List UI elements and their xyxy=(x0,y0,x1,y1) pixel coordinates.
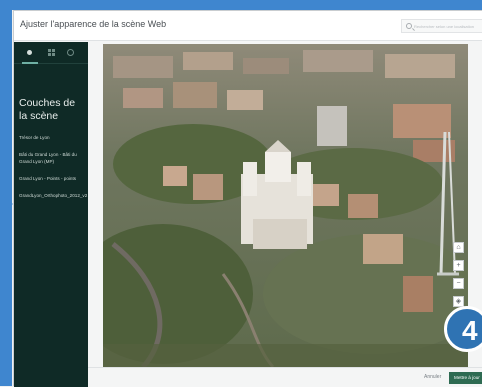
layers-icon xyxy=(27,50,32,55)
navigation-controls: ⌂ + − ◈ xyxy=(453,242,464,314)
tutorial-highlight-left xyxy=(0,0,12,386)
zoom-out-button[interactable]: − xyxy=(453,278,464,289)
zoom-out-icon: − xyxy=(456,280,461,287)
home-icon: ⌂ xyxy=(456,244,461,251)
sidebar-tabs xyxy=(14,42,88,64)
home-button[interactable]: ⌂ xyxy=(453,242,464,253)
apply-button[interactable]: Mettre à jour xyxy=(449,372,482,384)
search-icon xyxy=(406,23,412,29)
scene-settings-window: Ajuster l'apparence de la scène Web Couc… xyxy=(13,10,482,387)
tutorial-highlight-top xyxy=(0,0,482,10)
tab-info[interactable] xyxy=(66,48,76,58)
window-title: Ajuster l'apparence de la scène Web xyxy=(20,19,167,29)
info-icon xyxy=(67,49,74,56)
title-bar: Ajuster l'apparence de la scène Web xyxy=(14,11,482,41)
search-input[interactable] xyxy=(414,20,482,32)
step-callout-badge: 4 xyxy=(444,306,482,352)
compass-icon: ◈ xyxy=(455,298,462,305)
tab-basemap[interactable] xyxy=(47,48,57,58)
scene-viewport[interactable]: ⌂ + − ◈ xyxy=(103,44,468,367)
zoom-in-icon: + xyxy=(456,262,461,269)
layer-item[interactable]: Trésor de Lyon xyxy=(19,135,83,142)
step-number: 4 xyxy=(462,315,478,346)
grid-icon-cell xyxy=(52,53,55,56)
layer-item[interactable]: Grand Lyon - Points - points xyxy=(19,176,83,183)
sidebar-title: Couches de la scène xyxy=(19,97,76,122)
grid-icon-cell xyxy=(52,49,55,52)
sidebar-panel: Couches de la scène Trésor de Lyon Bâti … xyxy=(14,42,88,387)
zoom-in-button[interactable]: + xyxy=(453,260,464,271)
grid-icon-cell xyxy=(48,53,51,56)
callout-arrow xyxy=(0,194,13,214)
tab-layers[interactable] xyxy=(22,48,38,64)
grid-icon xyxy=(48,49,51,52)
layer-item[interactable]: GrandLyon_Orthophoto_2012_v2 xyxy=(19,193,87,200)
location-search[interactable] xyxy=(401,19,482,33)
cancel-button[interactable]: Annuler xyxy=(424,374,441,380)
dialog-footer: Annuler Mettre à jour xyxy=(88,367,482,387)
aerial-scene-image xyxy=(103,44,468,367)
layer-item[interactable]: Bâti du Grand Lyon - Bâti du Grand Lyon … xyxy=(19,152,83,165)
